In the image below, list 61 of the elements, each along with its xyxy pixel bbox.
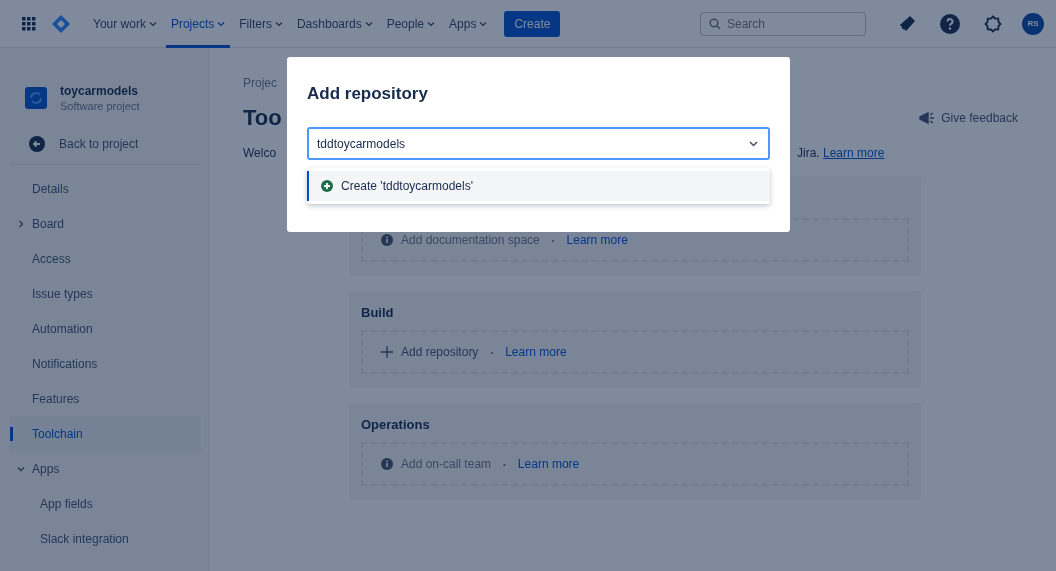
dialog-title: Add repository [307,83,429,105]
create-button[interactable]: Create [504,10,561,37]
back-to-project-link[interactable]: Back to project [10,112,201,152]
notification-icon[interactable] [898,14,916,33]
settings-icon[interactable] [984,14,1002,33]
search-icon [709,17,721,30]
nav-menu-item[interactable]: Dashboards [291,0,378,48]
learn-more-link[interactable]: Learn more [505,345,567,359]
add-circle-icon [321,180,333,192]
sidebar-item[interactable]: Access [10,241,201,276]
separator-dot: • [490,347,494,357]
plus-icon [381,346,393,358]
project-type: Software project [60,100,140,112]
welcome-text: Welco [243,146,277,160]
chevron-right-icon [17,219,25,228]
page-title: Too [243,104,282,132]
nav-menu-item[interactable]: Filters [234,0,288,48]
welcome-text: Jira. [797,146,820,160]
sidebar-item[interactable]: Apps [10,451,201,486]
section-title: Build [361,305,395,320]
section-action-text[interactable]: Add documentation space [401,233,540,247]
section-title: Operations [361,417,431,432]
sidebar-item[interactable]: Notifications [10,346,201,381]
chevron-down-icon [217,20,226,27]
sidebar-item[interactable]: Automation [10,311,201,346]
chevron-down-icon [427,20,436,27]
chevron-down-icon [17,464,25,473]
learn-more-link[interactable]: Learn more [566,233,628,247]
repository-select-field[interactable]: tddtoycarmodels [307,127,770,160]
info-icon [381,458,393,470]
learn-more-link[interactable]: Learn more [823,146,885,160]
sidebar-item[interactable]: Slack integration [10,521,201,556]
chevron-down-icon [148,20,157,27]
sidebar-item[interactable]: Features [10,381,201,416]
sidebar-item[interactable]: Board [10,206,201,241]
section-action-text[interactable]: Add on-call team [401,457,492,471]
help-icon[interactable] [940,13,960,34]
chevron-down-icon [274,20,283,27]
sidebar-item[interactable]: Toolchain [10,416,201,451]
nav-menu-item[interactable]: Your work [88,0,162,48]
sidebar-item[interactable]: Details [10,171,201,206]
chevron-down-icon [749,140,758,147]
sidebar-item[interactable]: App fields [10,486,201,521]
project-avatar-icon [25,87,47,109]
create-option[interactable]: Create 'tddtoycarmodels' [307,171,770,201]
search-field[interactable]: Search [700,11,866,36]
chevron-down-icon [479,20,488,27]
separator-dot: • [551,235,555,245]
nav-menu-item[interactable]: People [381,0,441,48]
megaphone-icon [919,111,936,125]
sidebar-item[interactable]: Issue types [10,276,201,311]
section-action-text[interactable]: Add repository [401,345,479,359]
user-avatar[interactable]: RS [1022,12,1044,35]
learn-more-link[interactable]: Learn more [517,457,580,471]
separator-dot: • [503,459,506,469]
give-feedback-button[interactable]: Give feedback [919,111,1018,125]
project-name: toycarmodels [60,84,140,98]
app-grid-icon[interactable] [22,16,36,31]
info-icon [381,234,393,246]
nav-menu-item[interactable]: Apps [444,0,493,48]
chevron-down-icon [364,20,373,27]
